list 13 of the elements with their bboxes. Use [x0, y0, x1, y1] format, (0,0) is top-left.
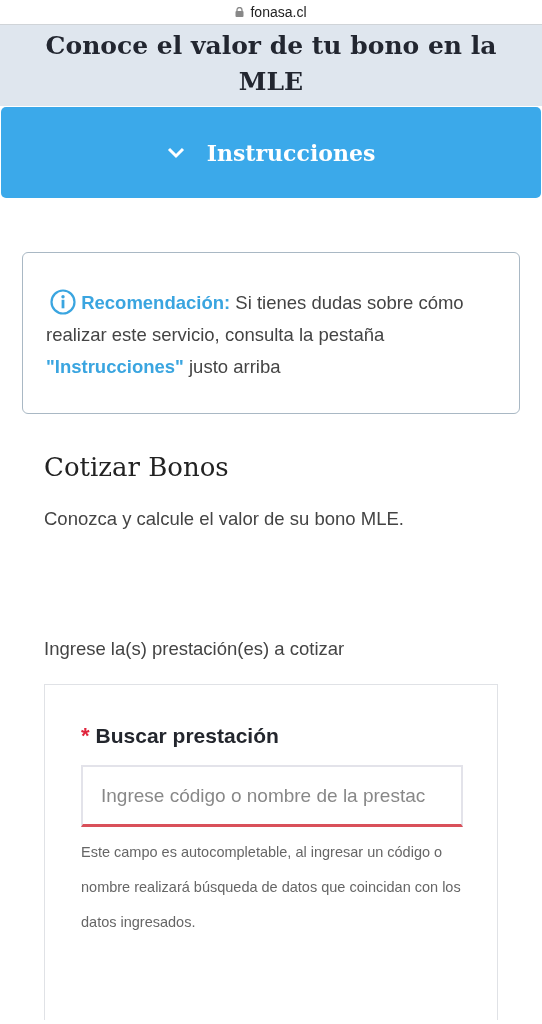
lock-icon [235, 7, 245, 17]
page-title: Conoce el valor de tu bono en la MLE [44, 30, 498, 98]
help-text: Este campo es autocompletable, al ingresar un código o nombre realizará búsqueda de datos que coincidan con los datos ingresados. [81, 843, 462, 932]
info-icon [50, 289, 76, 315]
chevron-down-icon [166, 146, 185, 159]
search-field[interactable]: Ingrese código o nombre de la prestac [81, 765, 463, 827]
required-mark: * [81, 723, 90, 749]
section-subtitle: Conozca y calcule el valor de su bono MLE. [44, 508, 405, 530]
section-title: Cotizar Bonos [44, 452, 230, 482]
field-label: Buscar prestación [95, 724, 279, 748]
recommendation-text: Recomendación: Si tienes dudas sobre cómo realizar este servicio, consulta la pestaña "Instrucciones" justo arriba [46, 287, 497, 383]
url-text[interactable]: fonasa.cl [250, 4, 307, 20]
prompt-text: Ingrese la(s) prestación(es) a cotizar [44, 638, 346, 660]
